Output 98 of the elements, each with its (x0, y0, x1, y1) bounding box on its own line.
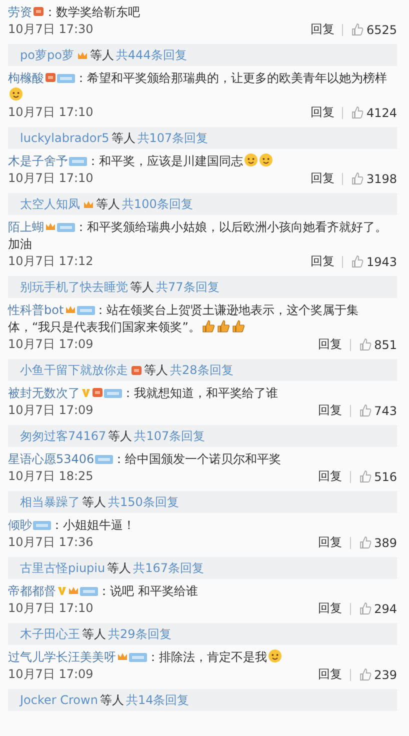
like-button[interactable]: 851 (359, 338, 397, 352)
comment-text: 陌上蝴 ：和平奖颁给瑞典小姑娘，以后欧洲小孩向她看齐就好了。加油 (8, 219, 388, 253)
reply-link[interactable]: 回复 (318, 600, 342, 617)
crown-badge-icon (76, 50, 88, 60)
reply-link[interactable]: 回复 (310, 104, 334, 121)
thumbs-up-icon (359, 602, 372, 615)
crown-badge-icon (64, 304, 76, 315)
thumbs-up-icon (359, 404, 372, 417)
others-label: 等人 (82, 626, 106, 642)
member-badge-icon (57, 73, 75, 83)
reply-link[interactable]: 回复 (318, 336, 342, 353)
member-badge-icon (80, 586, 98, 596)
medal-badge-icon (33, 6, 44, 17)
thumbs-up-icon (351, 106, 364, 119)
member-badge-icon (57, 222, 75, 232)
others-label: 等人 (100, 692, 124, 708)
thumbs-up-icon (231, 319, 246, 333)
comment-text: 帝都都督 ：说吧 和平奖给谁 (8, 583, 199, 600)
member-badge-icon (129, 652, 147, 662)
comment-time: 10月7日 17:10 (8, 600, 94, 617)
comment-time: 10月7日 17:12 (8, 253, 94, 270)
comment-time: 10月7日 17:09 (8, 666, 94, 683)
comment-time: 10月7日 17:09 (8, 336, 94, 353)
like-button[interactable]: 1943 (351, 254, 397, 268)
comment-text: 星语心愿53406 ：给中国颁发一个诺贝尔和平奖 (8, 451, 282, 468)
user-name[interactable]: 倾眇 (8, 518, 32, 532)
smiley-icon (259, 153, 273, 167)
smiley-icon (268, 649, 282, 663)
crown-badge-icon (68, 585, 79, 596)
crown-badge-icon (83, 198, 94, 210)
comment-text: 性科普bot ：站在领奖台上贺贤土谦逊地表示，这个奖属于集体，“我只是代表我们国家来领奖”。 (8, 302, 360, 336)
user-name[interactable]: 劳资 (8, 5, 32, 19)
comment-text: 枸橼酸 ：希望和平奖颁给那瑞典的，让更多的欧美青年以她为榜样 (8, 70, 397, 104)
others-label: 等人 (96, 196, 120, 212)
member-badge-icon (76, 305, 95, 315)
user-name[interactable]: 帝都都督 (8, 584, 56, 598)
others-label: 等人 (90, 46, 114, 64)
comment-time: 10月7日 17:10 (8, 104, 94, 121)
thumbs-up-icon (351, 172, 364, 185)
others-label: 等人 (108, 428, 132, 444)
like-button[interactable]: 516 (359, 470, 397, 484)
medal-badge-icon (92, 387, 103, 398)
reply-link[interactable]: 回复 (318, 468, 342, 485)
comment-text: 过气儿学长汪美美呀 ：排除法，肯定不是我 (8, 649, 397, 666)
comment-text: 劳资 ：数学奖给靳东吧 (8, 4, 141, 21)
smiley-icon (244, 153, 258, 167)
user-name[interactable]: 木是子舍予 (8, 154, 68, 168)
medal-badge-icon (45, 72, 56, 83)
user-name[interactable]: 星语心愿53406 (8, 452, 94, 466)
others-label: 等人 (82, 494, 106, 510)
comment-text: 倾眇 ：小姐姐牛逼！ (8, 517, 136, 534)
like-button[interactable]: 6525 (351, 22, 397, 36)
member-badge-icon (69, 156, 87, 166)
user-name[interactable]: 陌上蝴 (8, 220, 44, 234)
crown-badge-icon (45, 221, 56, 232)
thumbs-up-icon (216, 319, 230, 333)
others-label: 等人 (144, 362, 168, 378)
comment-text: 木是子舍予 ：和平奖，应该是川建国同志 (8, 153, 397, 170)
others-label: 等人 (111, 130, 136, 146)
verified-v-icon (57, 585, 67, 596)
comment-text: 被封无数次了 ：我就想知道，和平奖给了谁 (8, 385, 279, 402)
member-badge-icon (95, 454, 114, 464)
thumbs-up-icon (201, 319, 216, 333)
like-button[interactable]: 743 (359, 404, 397, 418)
medal-badge-icon (131, 364, 142, 376)
thumbs-up-icon (351, 255, 364, 268)
others-label: 等人 (107, 560, 132, 576)
user-name[interactable]: 性科普bot (8, 303, 64, 317)
thumbs-up-icon (359, 470, 372, 483)
like-button[interactable]: 389 (359, 536, 397, 550)
user-name[interactable]: 过气儿学长汪美美呀 (8, 650, 116, 664)
member-badge-icon (33, 520, 51, 530)
user-name[interactable]: 被封无数次了 (8, 386, 80, 400)
others-label: 等人 (130, 278, 154, 296)
thumbs-up-icon (359, 668, 372, 681)
comment-time: 10月7日 17:09 (8, 402, 94, 419)
thumbs-up-icon (351, 23, 364, 36)
comment-time: 10月7日 18:25 (8, 468, 94, 485)
reply-link[interactable]: 回复 (310, 170, 334, 187)
thumbs-up-icon (359, 338, 372, 351)
member-badge-icon (104, 388, 122, 398)
smiley-icon (9, 87, 23, 101)
thumbs-up-icon (359, 536, 372, 549)
comment-time: 10月7日 17:10 (8, 170, 94, 187)
reply-link[interactable]: 回复 (318, 534, 342, 551)
like-button[interactable]: 294 (359, 602, 397, 616)
like-button[interactable]: 3198 (351, 172, 397, 186)
user-name[interactable]: 枸橼酸 (8, 71, 44, 85)
crown-badge-icon (117, 651, 128, 662)
reply-link[interactable]: 回复 (318, 402, 342, 419)
like-button[interactable]: 4124 (351, 106, 397, 120)
reply-link[interactable]: 回复 (310, 253, 334, 270)
verified-v-icon (81, 387, 91, 398)
like-button[interactable]: 239 (359, 668, 397, 682)
reply-link[interactable]: 回复 (310, 21, 334, 38)
comment-time: 10月7日 17:30 (8, 21, 94, 38)
comment-time: 10月7日 17:36 (8, 534, 94, 551)
reply-link[interactable]: 回复 (318, 666, 342, 683)
